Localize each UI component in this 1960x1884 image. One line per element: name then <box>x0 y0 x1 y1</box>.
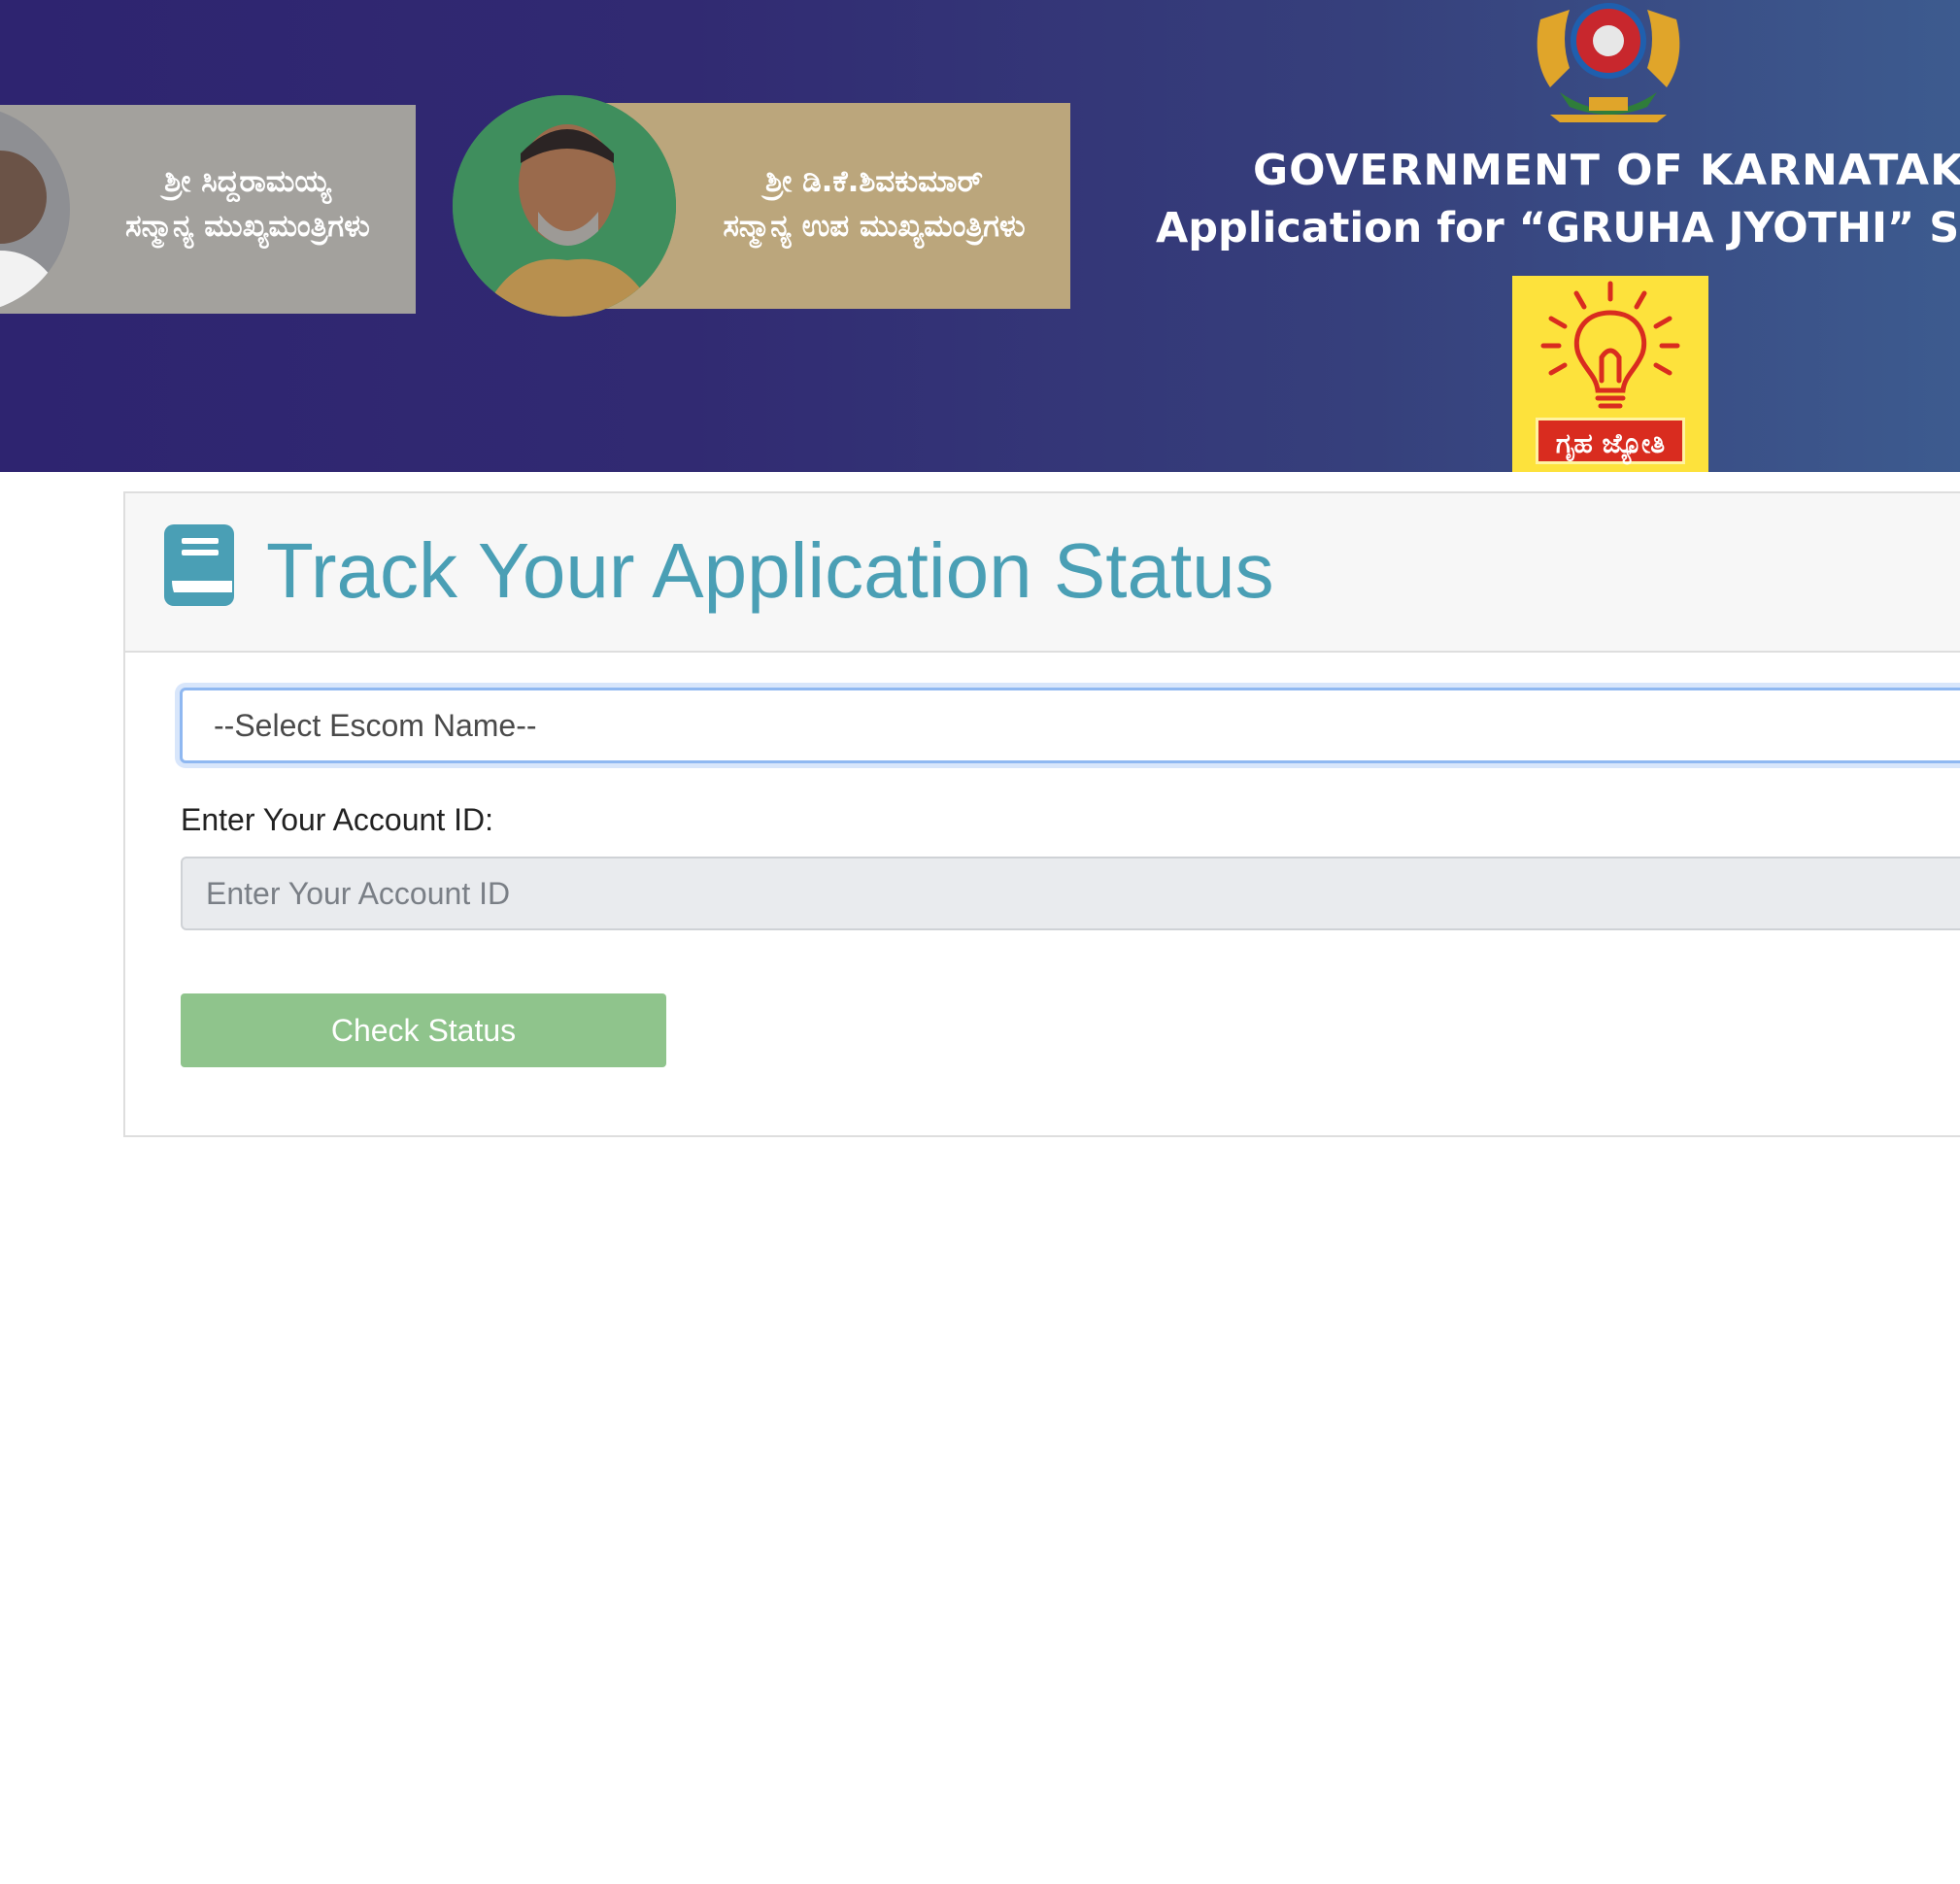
escom-select[interactable]: --Select Escom Name-- <box>180 688 1960 763</box>
card-header: Track Your Application Status <box>125 493 1960 653</box>
track-status-card: Track Your Application Status --Select E… <box>123 491 1960 1137</box>
header-banner: ಶ್ರೀ ಸಿದ್ದರಾಮಯ್ಯ ಸನ್ಮಾನ್ಯ ಮುಖ್ಯಮಂತ್ರಿಗಳು… <box>0 0 1960 472</box>
leader-name: ಶ್ರೀ ಡಿ.ಕೆ.ಶಿವಕುಮಾರ್ <box>765 164 983 199</box>
account-id-input[interactable]: Enter Your Account ID <box>181 857 1960 930</box>
light-bulb-icon <box>1540 281 1680 409</box>
book-icon <box>164 524 234 606</box>
karnataka-emblem-icon <box>1511 0 1706 126</box>
leader-designation: ಸನ್ಮಾನ್ಯ ಉಪ ಮುಖ್ಯಮಂತ್ರಿಗಳು <box>723 209 1026 244</box>
logo-label: ಗೃಹ ಜ್ಯೋತಿ <box>1536 418 1685 464</box>
leader-designation: ಸನ್ಮಾನ್ಯ ಮುಖ್ಯಮಂತ್ರಿಗಳು <box>125 209 370 244</box>
person-photo-icon <box>453 95 676 317</box>
check-status-button[interactable]: Check Status <box>181 993 666 1067</box>
government-name: GOVERNMENT OF KARNATAKA <box>1253 146 1960 195</box>
leader-name: ಶ್ರೀ ಸಿದ್ದರಾಮಯ್ಯ <box>164 164 331 199</box>
scheme-title: Application for “GRUHA JYOTHI” Scher <box>1156 204 1960 252</box>
leader-caption: ಶ್ರೀ ಸಿದ್ದರಾಮಯ್ಯ ಸನ್ಮಾನ್ಯ ಮುಖ್ಯಮಂತ್ರಿಗಳು <box>87 159 408 249</box>
leader-card-chief-minister: ಶ್ರೀ ಸಿದ್ದರಾಮಯ್ಯ ಸನ್ಮಾನ್ಯ ಮುಖ್ಯಮಂತ್ರಿಗಳು <box>0 105 416 314</box>
account-id-label: Enter Your Account ID: <box>181 802 493 837</box>
gruha-jyothi-logo: ಗೃಹ ಜ್ಯೋತಿ <box>1512 276 1708 472</box>
leader-card-deputy-chief-minister: ಶ್ರೀ ಡಿ.ಕೆ.ಶಿವಕುಮಾರ್ ಸನ್ಮಾನ್ಯ ಉಪ ಮುಖ್ಯಮಂ… <box>453 95 1070 317</box>
deputy-chief-minister-portrait <box>453 95 676 317</box>
page-title: Track Your Application Status <box>266 527 1274 614</box>
leader-caption: ಶ್ರೀ ಡಿ.ಕೆ.ಶಿವಕುಮಾರ್ ಸನ್ಮಾನ್ಯ ಉಪ ಮುಖ್ಯಮಂ… <box>678 159 1070 249</box>
page: ಶ್ರೀ ಸಿದ್ದರಾಮಯ್ಯ ಸನ್ಮಾನ್ಯ ಮುಖ್ಯಮಂತ್ರಿಗಳು… <box>0 0 1960 1884</box>
